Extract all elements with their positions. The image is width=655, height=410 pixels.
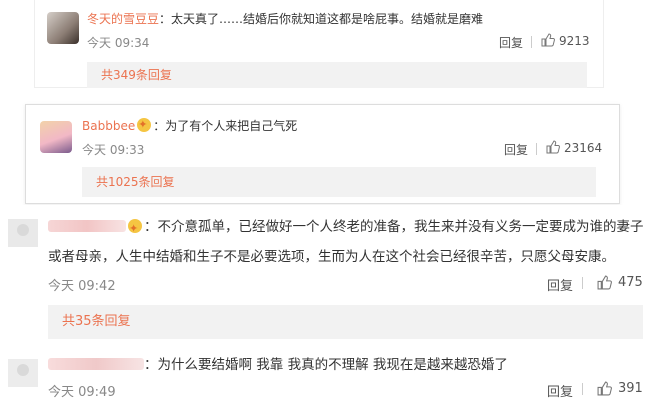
- comment-text: ：不介意孤单，已经做好一个人终老的准备，我生来并没有义务一定要成为谁的妻子: [144, 219, 644, 235]
- member-badge-icon: [137, 116, 152, 134]
- comment-text: 或者母亲，人生中结婚和生子不是必要选项，生而为人在这个社会已经很辛苦，只愿父母安…: [48, 249, 615, 265]
- member-badge-icon: [128, 217, 142, 241]
- username-link[interactable]: [48, 220, 126, 232]
- comment-content: ：为什么要结婚啊 我靠 我真的不理解 我现在是越来越恐婚了: [48, 353, 508, 377]
- reply-button[interactable]: 回复: [547, 275, 573, 294]
- comment-line-2: 或者母亲，人生中结婚和生子不是必要选项，生而为人在这个社会已经很辛苦，只愿父母安…: [48, 245, 615, 269]
- like-count: 23164: [564, 141, 603, 155]
- timestamp: 今天 09:33: [82, 143, 145, 157]
- comment-card: ：为什么要结婚啊 我靠 我真的不理解 我现在是越来越恐婚了 今天 09:49 回…: [0, 347, 655, 410]
- comment-content: 冬天的雪豆豆：太天真了……结婚后你就知道这都是啥屁事。结婚就是磨难: [87, 10, 483, 28]
- thumbs-up-icon[interactable]: [597, 275, 612, 293]
- comment-content: Babbbee ：为了有个人来把自己气死: [82, 116, 298, 135]
- avatar[interactable]: [8, 359, 38, 387]
- like-count: 475: [618, 275, 643, 290]
- subreplies-link[interactable]: 共349条回复: [87, 62, 587, 88]
- reply-button[interactable]: 回复: [499, 34, 523, 51]
- comment-line-1: ：不介意孤单，已经做好一个人终老的准备，我生来并没有义务一定要成为谁的妻子: [48, 215, 644, 241]
- comment-card: ：不介意孤单，已经做好一个人终老的准备，我生来并没有义务一定要成为谁的妻子 或者…: [0, 205, 655, 347]
- divider: [531, 36, 532, 48]
- subreplies-link[interactable]: 共35条回复: [48, 305, 643, 339]
- divider: [582, 383, 583, 395]
- comment-text: ：为什么要结婚啊 我靠 我真的不理解 我现在是越来越恐婚了: [144, 357, 508, 373]
- comment-card: Babbbee ：为了有个人来把自己气死 今天 09:33 回复 23164 共1…: [25, 104, 620, 204]
- divider: [536, 143, 537, 155]
- thumbs-up-icon[interactable]: [546, 140, 560, 157]
- subreplies-link[interactable]: 共1025条回复: [82, 167, 596, 197]
- comment-card: 冬天的雪豆豆：太天真了……结婚后你就知道这都是啥屁事。结婚就是磨难 今天 09:…: [34, 0, 604, 88]
- thumbs-up-icon[interactable]: [541, 33, 555, 50]
- timestamp: 今天 09:42: [48, 279, 116, 294]
- username-link[interactable]: [48, 358, 144, 370]
- reply-button[interactable]: 回复: [504, 141, 528, 158]
- reply-button[interactable]: 回复: [547, 381, 573, 400]
- username-link[interactable]: 冬天的雪豆豆: [87, 12, 159, 26]
- thumbs-up-icon[interactable]: [597, 381, 612, 399]
- avatar[interactable]: [40, 121, 72, 153]
- divider: [582, 277, 583, 289]
- avatar[interactable]: [47, 12, 79, 44]
- timestamp: 今天 09:34: [87, 36, 150, 50]
- comment-text: ：为了有个人来把自己气死: [153, 119, 298, 133]
- username-link[interactable]: Babbbee: [82, 119, 135, 133]
- avatar[interactable]: [8, 219, 38, 247]
- like-count: 9213: [559, 34, 590, 48]
- like-count: 391: [618, 381, 643, 396]
- timestamp: 今天 09:49: [48, 385, 116, 400]
- comment-text: ：太天真了……结婚后你就知道这都是啥屁事。结婚就是磨难: [159, 12, 484, 26]
